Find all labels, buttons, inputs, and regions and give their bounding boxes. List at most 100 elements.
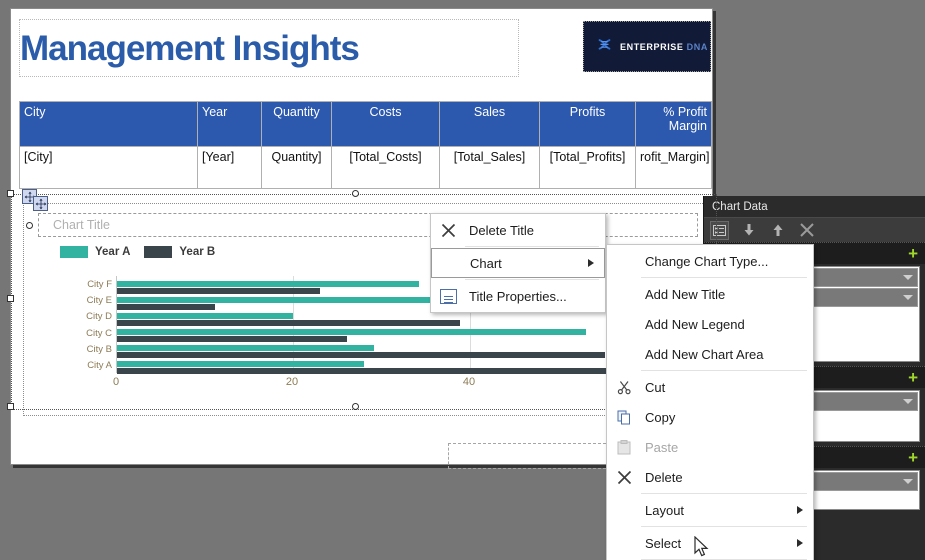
menu-item-title-properties[interactable]: Title Properties...	[431, 281, 605, 311]
menu-item-delete[interactable]: Delete	[607, 462, 813, 492]
resize-handle-top-center[interactable]	[352, 190, 359, 197]
menu-item-add-new-chart-area[interactable]: Add New Chart Area	[607, 339, 813, 369]
context-menu-chart[interactable]: Change Chart Type... Add New Title Add N…	[606, 244, 814, 560]
xtick-0: 0	[113, 376, 119, 388]
menu-separator	[641, 370, 807, 371]
menu-label-change-chart-type: Change Chart Type...	[641, 254, 813, 269]
category-axis-labels: City F City E City D City C City B City …	[60, 280, 112, 370]
cell-quantity[interactable]: Quantity]	[262, 147, 332, 189]
column-header-profit-margin[interactable]: % Profit Margin	[636, 102, 712, 147]
cell-city[interactable]: [City]	[20, 147, 198, 189]
add-field-plus-icon[interactable]: +	[908, 245, 918, 262]
menu-label-add-new-chart-area: Add New Chart Area	[641, 347, 813, 362]
chart-data-toolbar[interactable]	[704, 217, 925, 242]
menu-separator	[465, 246, 599, 247]
chevron-down-icon[interactable]	[903, 479, 913, 484]
cell-year[interactable]: [Year]	[198, 147, 262, 189]
bar-year-b-city-e[interactable]	[117, 304, 215, 310]
chevron-down-icon[interactable]	[903, 399, 913, 404]
bar-year-b-city-c[interactable]	[117, 336, 347, 342]
cell-costs[interactable]: [Total_Costs]	[332, 147, 440, 189]
logo-word-enterprise: ENTERPRISE	[620, 42, 684, 52]
cell-profit-margin[interactable]: rofit_Margin]	[636, 147, 712, 189]
menu-item-add-new-title[interactable]: Add New Title	[607, 279, 813, 309]
column-header-profits[interactable]: Profits	[540, 102, 636, 147]
scissors-icon	[607, 380, 641, 395]
move-cross-icon	[35, 198, 47, 210]
chevron-down-icon[interactable]	[903, 275, 913, 280]
column-header-costs[interactable]: Costs	[332, 102, 440, 147]
menu-item-change-chart-type[interactable]: Change Chart Type...	[607, 246, 813, 276]
move-down-icon[interactable]	[739, 221, 758, 240]
menu-item-copy[interactable]: Copy	[607, 402, 813, 432]
column-header-year[interactable]: Year	[198, 102, 262, 147]
resize-handle-bottom-left[interactable]	[7, 403, 14, 410]
menu-label-add-new-title: Add New Title	[641, 287, 813, 302]
bar-year-b-city-b[interactable]	[117, 352, 605, 358]
report-title-textbox[interactable]: Management Insights	[19, 19, 519, 77]
bar-year-a-city-b[interactable]	[117, 345, 374, 351]
bar-year-a-city-d[interactable]	[117, 313, 293, 319]
logo-word-dna: DNA	[687, 42, 708, 52]
menu-separator	[641, 277, 807, 278]
cat-label-city-e: City E	[60, 296, 112, 305]
cell-profits[interactable]: [Total_Profits]	[540, 147, 636, 189]
menu-item-cut[interactable]: Cut	[607, 372, 813, 402]
logo-wordmark: ENTERPRISE DNA	[620, 42, 708, 52]
column-header-quantity[interactable]: Quantity	[262, 102, 332, 147]
menu-separator	[465, 279, 599, 280]
resize-handle-middle-left[interactable]	[7, 295, 14, 302]
add-series-group-plus-icon[interactable]: +	[908, 449, 918, 466]
bar-year-b-city-d[interactable]	[117, 320, 460, 326]
menu-label-add-new-legend: Add New Legend	[641, 317, 813, 332]
bar-year-a-city-c[interactable]	[117, 329, 586, 335]
tablix-header-row: City Year Quantity Costs Sales Profits %…	[20, 102, 712, 147]
move-up-icon[interactable]	[768, 221, 787, 240]
tablix-detail-row: [City] [Year] Quantity] [Total_Costs] [T…	[20, 147, 712, 189]
xtick-20: 20	[286, 376, 298, 388]
legend-entry-year-b[interactable]: Year B	[144, 246, 215, 258]
add-category-group-plus-icon[interactable]: +	[908, 369, 918, 386]
chart-legend[interactable]: Year A Year B	[60, 246, 215, 258]
legend-entry-year-a[interactable]: Year A	[60, 246, 130, 258]
column-header-sales[interactable]: Sales	[440, 102, 540, 147]
menu-item-layout[interactable]: Layout	[607, 495, 813, 525]
cell-sales[interactable]: [Total_Sales]	[440, 147, 540, 189]
chevron-down-icon[interactable]	[903, 295, 913, 300]
menu-item-paste[interactable]: Paste	[607, 432, 813, 462]
menu-item-select[interactable]: Select	[607, 528, 813, 558]
menu-item-delete-title[interactable]: Delete Title	[431, 215, 605, 245]
close-x-icon	[431, 222, 465, 239]
delete-x-icon[interactable]	[797, 221, 816, 240]
context-menu-title[interactable]: Delete Title Chart Title Properties...	[430, 213, 606, 313]
cat-label-city-b: City B	[60, 345, 112, 354]
menu-label-delete-title: Delete Title	[465, 223, 605, 238]
company-logo[interactable]: ENTERPRISE DNA	[583, 21, 711, 72]
menu-label-chart: Chart	[466, 256, 588, 271]
bar-year-a-city-a[interactable]	[117, 361, 364, 367]
menu-label-paste: Paste	[641, 440, 813, 455]
submenu-arrow-icon	[797, 506, 803, 514]
page-title: Management Insights	[20, 31, 359, 66]
profit-margin-line1: % Profit	[663, 105, 707, 119]
dna-helix-icon	[596, 38, 613, 55]
resize-handle-bottom-center[interactable]	[352, 403, 359, 410]
cat-label-city-c: City C	[60, 329, 112, 338]
cat-label-city-a: City A	[60, 361, 112, 370]
properties-icon[interactable]	[710, 221, 729, 240]
chart-title-move-grip[interactable]	[33, 196, 48, 211]
submenu-arrow-icon	[797, 539, 803, 547]
menu-separator	[641, 493, 807, 494]
resize-handle-top-left[interactable]	[7, 190, 14, 197]
bar-year-a-city-f[interactable]	[117, 281, 419, 287]
menu-label-select: Select	[641, 536, 797, 551]
legend-swatch-year-b	[144, 246, 172, 258]
cat-label-city-f: City F	[60, 280, 112, 289]
bar-year-b-city-f[interactable]	[117, 288, 320, 294]
menu-item-add-new-legend[interactable]: Add New Legend	[607, 309, 813, 339]
column-header-city[interactable]: City	[20, 102, 198, 147]
tablix-table[interactable]: City Year Quantity Costs Sales Profits %…	[19, 101, 712, 189]
menu-item-chart[interactable]: Chart	[431, 248, 605, 278]
title-anchor-handle[interactable]	[26, 222, 33, 229]
legend-label-year-b: Year B	[179, 246, 215, 258]
